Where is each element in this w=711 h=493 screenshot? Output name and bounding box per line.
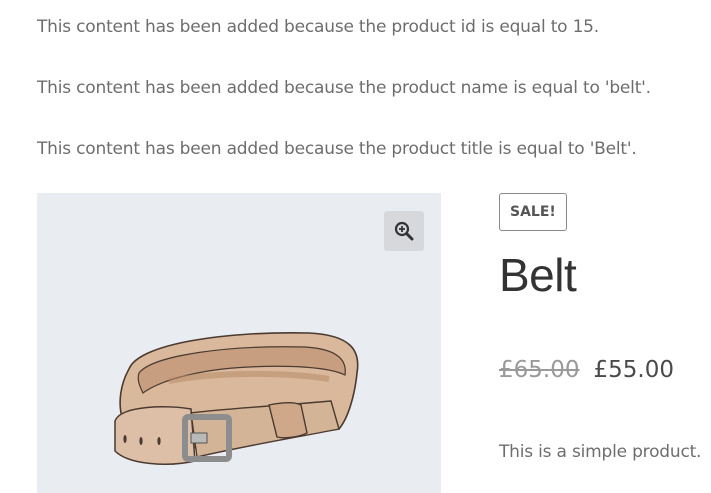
notice-product-title: This content has been added because the … xyxy=(37,139,637,159)
regular-price: £65.00 xyxy=(499,357,580,383)
notice-product-name: This content has been added because the … xyxy=(37,78,651,98)
sale-price: £55.00 xyxy=(593,357,674,383)
sale-badge: SALE! xyxy=(499,193,567,231)
zoom-button[interactable] xyxy=(384,211,424,251)
short-description: This is a simple product. xyxy=(499,442,702,462)
product-price: £65.00 £55.00 xyxy=(499,357,674,383)
notice-product-id: This content has been added because the … xyxy=(37,17,600,37)
belt-product-image[interactable] xyxy=(109,321,371,467)
product-title: Belt xyxy=(499,249,577,301)
product-page: This content has been added because the … xyxy=(0,0,711,493)
product-gallery xyxy=(37,193,441,493)
magnifier-plus-icon xyxy=(394,221,414,241)
